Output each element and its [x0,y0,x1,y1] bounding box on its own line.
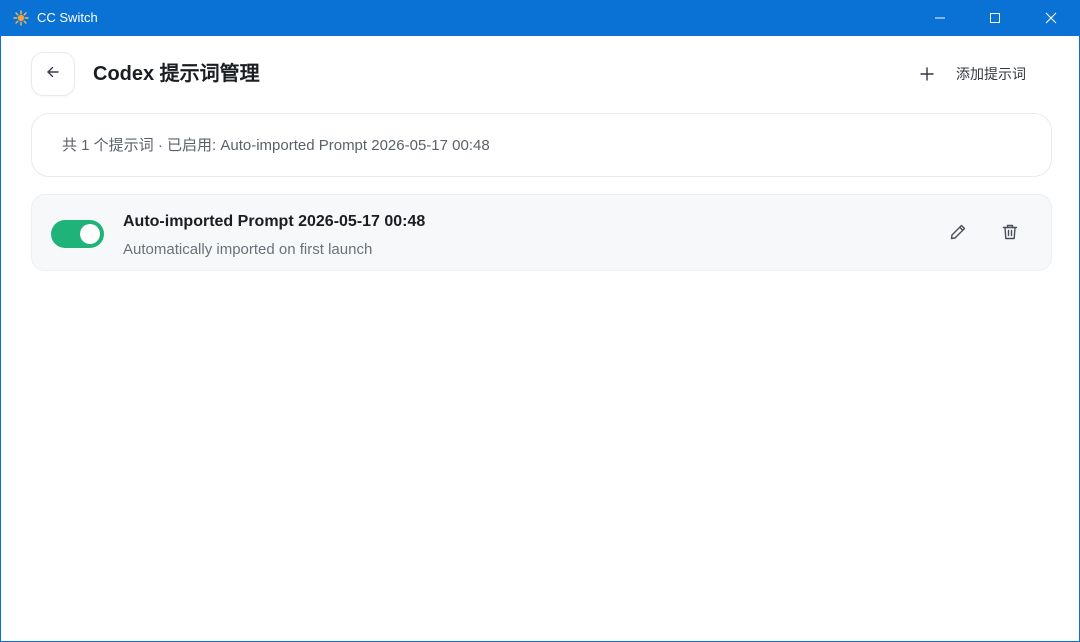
edit-prompt-button[interactable] [943,219,973,249]
close-button[interactable] [1026,0,1076,36]
close-icon [1045,12,1057,24]
cc-switch-logo-icon [13,10,29,26]
minimize-button[interactable] [915,0,965,36]
prompt-card: Auto-imported Prompt 2026-05-17 00:48 Au… [31,194,1052,271]
window-title: CC Switch [37,10,98,25]
prompt-description: Automatically imported on first launch [123,241,373,258]
app-window: CC Switch Codex 提示词管理 添加提示词 共 1 个提示词 · 已… [0,0,1080,642]
toggle-knob [80,224,100,244]
maximize-icon [989,12,1001,24]
minimize-icon [934,12,946,24]
delete-prompt-button[interactable] [995,219,1025,249]
title-bar[interactable]: CC Switch [1,0,1080,36]
prompt-summary-bar: 共 1 个提示词 · 已启用: Auto-imported Prompt 202… [31,113,1052,177]
summary-text: 共 1 个提示词 · 已启用: Auto-imported Prompt 202… [62,137,490,154]
prompt-enable-toggle[interactable] [51,220,104,248]
back-button[interactable] [31,52,75,96]
page-title: Codex 提示词管理 [93,63,260,85]
prompt-title: Auto-imported Prompt 2026-05-17 00:48 [123,213,426,230]
pencil-icon [948,222,968,247]
add-prompt-label: 添加提示词 [956,66,1026,82]
maximize-button[interactable] [970,0,1020,36]
trash-icon [1000,222,1020,247]
plus-icon [919,66,935,87]
add-prompt-button[interactable]: 添加提示词 [907,56,1047,92]
arrow-left-icon [45,64,61,85]
